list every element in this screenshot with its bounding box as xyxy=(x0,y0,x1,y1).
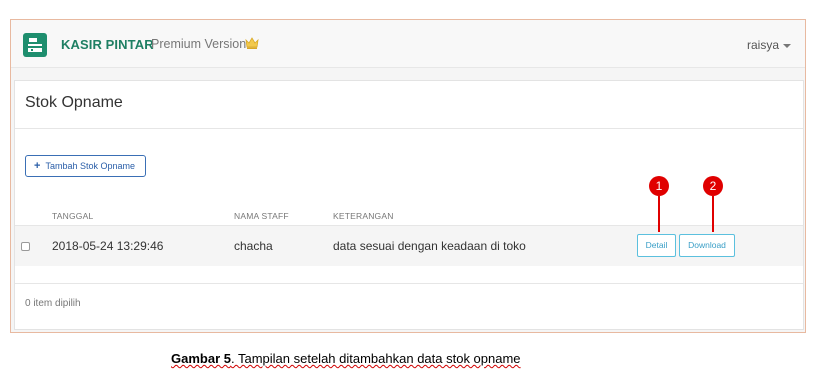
column-header-tanggal[interactable]: TANGGAL xyxy=(52,211,93,221)
cell-tanggal: 2018-05-24 13:29:46 xyxy=(52,239,164,253)
brand-name[interactable]: KASIR PINTAR xyxy=(61,37,154,52)
stok-opname-panel: Stok Opname + Tambah Stok Opname TANGGAL … xyxy=(14,80,804,330)
column-header-keterangan[interactable]: KETERANGAN xyxy=(333,211,394,221)
footer-divider xyxy=(15,283,803,284)
callout-1-pointer xyxy=(658,196,660,232)
crown-icon xyxy=(245,36,259,55)
cell-nama-staff: chacha xyxy=(234,239,273,253)
callout-1-badge: 1 xyxy=(649,176,669,196)
cash-register-logo-icon[interactable] xyxy=(23,33,47,57)
detail-button[interactable]: Detail xyxy=(637,234,676,257)
user-name: raisya xyxy=(746,38,779,52)
plus-icon: + xyxy=(34,160,41,172)
divider xyxy=(15,128,803,129)
app-window: KASIR PINTAR Premium Version raisya Stok… xyxy=(10,19,806,333)
version-label: Premium Version xyxy=(151,37,247,51)
top-navbar: KASIR PINTAR Premium Version raisya xyxy=(11,20,805,68)
add-button-label: Tambah Stok Opname xyxy=(45,161,135,171)
download-button[interactable]: Download xyxy=(679,234,735,257)
callout-2-badge: 2 xyxy=(703,176,723,196)
caption-prefix: Gambar 5 xyxy=(171,351,231,366)
add-stok-opname-button[interactable]: + Tambah Stok Opname xyxy=(25,155,146,177)
caption-text: . Tampilan setelah ditambahkan data stok… xyxy=(230,351,521,366)
callout-2-pointer xyxy=(712,196,714,232)
figure-caption: Gambar 5. Tampilan setelah ditambahkan d… xyxy=(171,351,521,366)
page-title: Stok Opname xyxy=(25,94,123,111)
column-header-nama-staff[interactable]: NAMA STAFF xyxy=(234,211,289,221)
cell-keterangan: data sesuai dengan keadaan di toko xyxy=(333,239,526,253)
selected-count: 0 item dipilih xyxy=(25,298,81,309)
caret-down-icon xyxy=(783,43,791,48)
user-menu[interactable]: raisya xyxy=(747,38,791,52)
row-checkbox[interactable] xyxy=(21,242,30,251)
